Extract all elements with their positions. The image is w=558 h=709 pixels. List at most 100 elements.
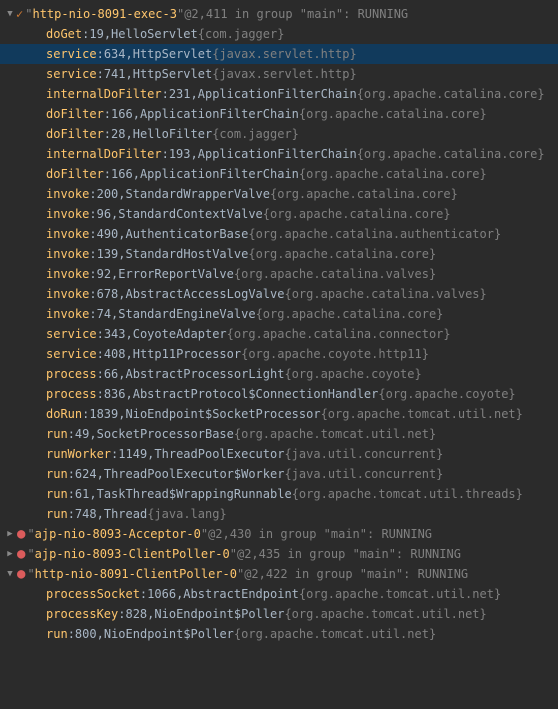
frame-class: StandardContextValve <box>118 204 263 224</box>
frame-package: {java.util.concurrent} <box>284 444 443 464</box>
stack-frame[interactable]: run:61, TaskThread$WrappingRunnable {org… <box>0 484 558 504</box>
frame-package: {org.apache.catalina.valves} <box>284 284 486 304</box>
quote: " <box>27 564 34 584</box>
frame-class: NioEndpoint$SocketProcessor <box>126 404 321 424</box>
frame-line: 490 <box>97 224 119 244</box>
thread-name: ajp-nio-8093-Acceptor-0 <box>35 524 201 544</box>
frame-package: {org.apache.catalina.connector} <box>227 324 451 344</box>
stack-frame[interactable]: process:66, AbstractProcessorLight {org.… <box>0 364 558 384</box>
frame-class: AbstractEndpoint <box>183 584 299 604</box>
stack-frame[interactable]: invoke:678, AbstractAccessLogValve {org.… <box>0 284 558 304</box>
frame-line: 231 <box>169 84 191 104</box>
stack-frame[interactable]: processSocket:1066, AbstractEndpoint {or… <box>0 584 558 604</box>
frame-line: 1149 <box>118 444 147 464</box>
frame-class: ApplicationFilterChain <box>140 104 299 124</box>
chevron-right-icon[interactable]: ▶ <box>4 524 16 544</box>
frame-method: doRun <box>46 404 82 424</box>
stack-frame[interactable]: run:49, SocketProcessorBase {org.apache.… <box>0 424 558 444</box>
frame-package: {com.jagger} <box>198 24 285 44</box>
breakpoint-icon: ● <box>17 527 25 541</box>
frame-class: HttpServlet <box>133 44 212 64</box>
stack-frame[interactable]: internalDoFilter:231, ApplicationFilterC… <box>0 84 558 104</box>
stack-frame[interactable]: doFilter:166, ApplicationFilterChain {or… <box>0 104 558 124</box>
frame-line: 624 <box>75 464 97 484</box>
frame-line: 49 <box>75 424 89 444</box>
thread-row[interactable]: ▼● "http-nio-8091-ClientPoller-0"@2,422 … <box>0 564 558 584</box>
stack-frame[interactable]: doFilter:166, ApplicationFilterChain {or… <box>0 164 558 184</box>
stack-frame[interactable]: run:748, Thread {java.lang} <box>0 504 558 524</box>
frame-method: invoke <box>46 204 89 224</box>
thread-meta: "@2,430 in group "main": RUNNING <box>201 524 432 544</box>
stack-frame[interactable]: run:624, ThreadPoolExecutor$Worker {java… <box>0 464 558 484</box>
frame-package: {org.apache.catalina.core} <box>299 164 487 184</box>
stack-frame[interactable]: doFilter:28, HelloFilter {com.jagger} <box>0 124 558 144</box>
frame-class: HttpServlet <box>133 64 212 84</box>
frame-method: run <box>46 464 68 484</box>
frame-method: invoke <box>46 224 89 244</box>
frame-method: service <box>46 344 97 364</box>
frame-line: 634 <box>104 44 126 64</box>
quote: " <box>25 4 32 24</box>
stack-frame[interactable]: invoke:96, StandardContextValve {org.apa… <box>0 204 558 224</box>
chevron-right-icon[interactable]: ▶ <box>4 544 16 564</box>
stack-frame[interactable]: invoke:74, StandardEngineValve {org.apac… <box>0 304 558 324</box>
stack-frame[interactable]: invoke:139, StandardHostValve {org.apach… <box>0 244 558 264</box>
frame-class: AbstractProcessorLight <box>126 364 285 384</box>
thread-row[interactable]: ▼✓ "http-nio-8091-exec-3"@2,411 in group… <box>0 4 558 24</box>
frame-method: runWorker <box>46 444 111 464</box>
stack-frame[interactable]: processKey:828, NioEndpoint$Poller {org.… <box>0 604 558 624</box>
frame-package: {org.apache.tomcat.util.threads} <box>292 484 523 504</box>
frame-class: Thread <box>104 504 147 524</box>
frame-method: doFilter <box>46 124 104 144</box>
stack-frame[interactable]: doRun:1839, NioEndpoint$SocketProcessor … <box>0 404 558 424</box>
frame-class: NioEndpoint$Poller <box>104 624 234 644</box>
frame-line: 1839 <box>89 404 118 424</box>
frame-line: 678 <box>97 284 119 304</box>
frame-method: run <box>46 484 68 504</box>
stack-frame[interactable]: run:800, NioEndpoint$Poller {org.apache.… <box>0 624 558 644</box>
frame-class: StandardHostValve <box>126 244 249 264</box>
frame-method: invoke <box>46 284 89 304</box>
thread-row[interactable]: ▶● "ajp-nio-8093-Acceptor-0"@2,430 in gr… <box>0 524 558 544</box>
frame-method: processSocket <box>46 584 140 604</box>
frame-package: {org.apache.coyote} <box>378 384 515 404</box>
stack-frame[interactable]: process:836, AbstractProtocol$Connection… <box>0 384 558 404</box>
frame-class: StandardWrapperValve <box>126 184 271 204</box>
frame-line: 748 <box>75 504 97 524</box>
frame-class: HelloServlet <box>111 24 198 44</box>
stack-frame[interactable]: internalDoFilter:193, ApplicationFilterC… <box>0 144 558 164</box>
stack-frame[interactable]: service:408, Http11Processor {org.apache… <box>0 344 558 364</box>
frame-package: {org.apache.catalina.core} <box>248 244 436 264</box>
frame-method: process <box>46 364 97 384</box>
frame-package: {org.apache.coyote.http11} <box>241 344 429 364</box>
frame-method: doGet <box>46 24 82 44</box>
frame-method: run <box>46 424 68 444</box>
stack-frame[interactable]: doGet:19, HelloServlet {com.jagger} <box>0 24 558 44</box>
frame-line: 828 <box>125 604 147 624</box>
stack-frame[interactable]: invoke:490, AuthenticatorBase {org.apach… <box>0 224 558 244</box>
frame-line: 343 <box>104 324 126 344</box>
frame-method: invoke <box>46 244 89 264</box>
frame-class: ThreadPoolExecutor <box>154 444 284 464</box>
frame-class: HelloFilter <box>133 124 212 144</box>
frame-package: {org.apache.catalina.core} <box>357 84 545 104</box>
frame-method: internalDoFilter <box>46 144 162 164</box>
stack-frame[interactable]: service:343, CoyoteAdapter {org.apache.c… <box>0 324 558 344</box>
stack-frame[interactable]: service:634, HttpServlet {javax.servlet.… <box>0 44 558 64</box>
frame-class: ErrorReportValve <box>118 264 234 284</box>
stack-frame[interactable]: invoke:92, ErrorReportValve {org.apache.… <box>0 264 558 284</box>
stack-frame[interactable]: service:741, HttpServlet {javax.servlet.… <box>0 64 558 84</box>
frame-method: invoke <box>46 264 89 284</box>
stack-frame[interactable]: invoke:200, StandardWrapperValve {org.ap… <box>0 184 558 204</box>
frame-method: run <box>46 504 68 524</box>
chevron-down-icon[interactable]: ▼ <box>4 4 16 24</box>
frame-class: CoyoteAdapter <box>133 324 227 344</box>
breakpoint-icon: ● <box>17 547 25 561</box>
frame-line: 193 <box>169 144 191 164</box>
stack-frame[interactable]: runWorker:1149, ThreadPoolExecutor {java… <box>0 444 558 464</box>
thread-row[interactable]: ▶● "ajp-nio-8093-ClientPoller-0"@2,435 i… <box>0 544 558 564</box>
frame-class: ThreadPoolExecutor$Worker <box>104 464 285 484</box>
frame-method: internalDoFilter <box>46 84 162 104</box>
chevron-down-icon[interactable]: ▼ <box>4 564 16 584</box>
frame-line: 92 <box>97 264 111 284</box>
